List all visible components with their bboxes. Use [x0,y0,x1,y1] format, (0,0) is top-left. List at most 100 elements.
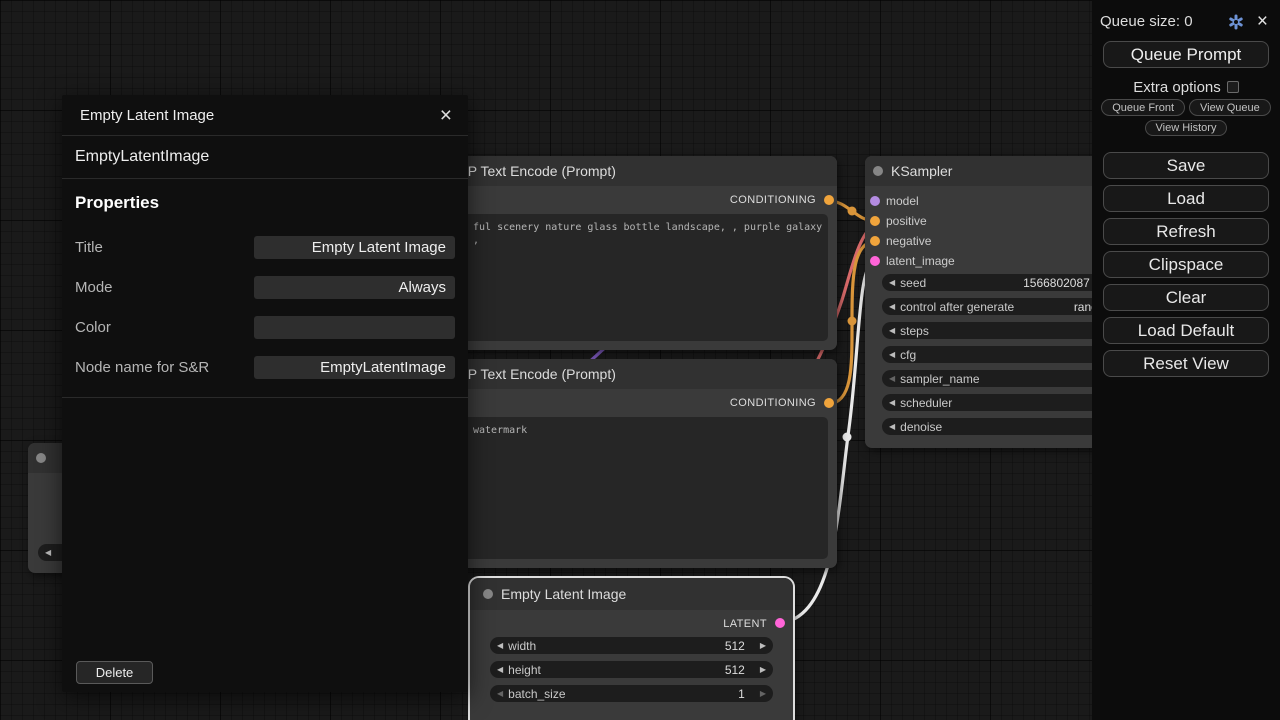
collapse-dot-icon[interactable] [873,166,883,176]
widget-name: batch_size [508,687,565,701]
property-label: Title [75,239,103,256]
property-label: Color [75,319,111,336]
widget-name: cfg [900,348,916,362]
queue-front-button[interactable]: Queue Front [1101,99,1185,116]
widget-value: 1 [738,687,745,701]
divider [62,397,468,398]
widget-name: scheduler [900,396,952,410]
input-label: positive [886,214,927,228]
property-label: Node name for S&R [75,359,209,376]
model-input-dot[interactable] [870,196,880,206]
increment-arrow-icon[interactable]: ▶ [760,690,766,698]
node-clip-text-encode-negative[interactable]: CLIP Text Encode (Prompt) CONDITIONING w… [420,359,837,568]
color-input[interactable] [254,316,455,339]
node-type-name: EmptyLatentImage [62,136,468,179]
panel-title: Empty Latent Image [80,107,214,124]
positive-input-dot[interactable] [870,216,880,226]
extra-options-checkbox[interactable] [1227,81,1239,93]
node-title: CLIP Text Encode (Prompt) [446,366,616,382]
node-header[interactable]: CLIP Text Encode (Prompt) [420,156,837,186]
batch-size-widget[interactable]: ◀ batch_size 1 ▶ [490,685,773,702]
link-midpoint-dot [848,317,857,326]
property-value: Always [398,279,446,296]
width-widget[interactable]: ◀ width 512 ▶ [490,637,773,654]
property-value: Empty Latent Image [312,239,446,256]
widget-value: 1566802087 [1023,276,1090,290]
widget-name: sampler_name [900,372,979,386]
latent-output-dot[interactable] [775,618,785,628]
property-row-mode: Mode Always [62,267,468,307]
view-queue-button[interactable]: View Queue [1189,99,1271,116]
clipspace-button[interactable]: Clipspace [1103,251,1269,278]
input-label: negative [886,234,931,248]
extra-options-label: Extra options [1133,79,1221,96]
refresh-button[interactable]: Refresh [1103,218,1269,245]
property-row-title: Title Empty Latent Image [62,227,468,267]
widget-name: width [508,639,536,653]
output-slot-row: CONDITIONING [420,389,837,417]
prompt-text: watermark [473,424,828,437]
close-icon[interactable]: × [1257,12,1268,31]
decrement-arrow-icon[interactable]: ◀ [45,549,51,557]
output-slot-row: CONDITIONING [420,186,837,214]
decrement-arrow-icon[interactable]: ◀ [889,303,895,311]
widget-name: height [508,663,541,677]
output-label: CONDITIONING [730,194,816,206]
title-input[interactable]: Empty Latent Image [254,236,455,259]
output-slot-row: LATENT [470,610,793,637]
load-default-button[interactable]: Load Default [1103,317,1269,344]
queue-size-label: Queue size: 0 [1100,13,1215,30]
reset-view-button[interactable]: Reset View [1103,350,1269,377]
property-value: EmptyLatentImage [320,359,446,376]
save-button[interactable]: Save [1103,152,1269,179]
widget-name: denoise [900,420,942,434]
queue-prompt-button[interactable]: Queue Prompt [1103,41,1269,68]
conditioning-output-dot[interactable] [824,195,834,205]
extra-options-row: Extra options [1092,79,1280,95]
link-midpoint-dot [843,433,852,442]
decrement-arrow-icon[interactable]: ◀ [497,666,503,674]
prompt-textarea[interactable]: watermark [429,417,828,559]
node-title: Empty Latent Image [501,586,626,602]
node-title: CLIP Text Encode (Prompt) [446,163,616,179]
decrement-arrow-icon[interactable]: ◀ [889,375,895,383]
decrement-arrow-icon[interactable]: ◀ [889,423,895,431]
property-row-color: Color [62,307,468,347]
negative-input-dot[interactable] [870,236,880,246]
settings-gear-icon[interactable] [1228,14,1244,30]
increment-arrow-icon[interactable]: ▶ [760,666,766,674]
decrement-arrow-icon[interactable]: ◀ [889,327,895,335]
node-title: KSampler [891,163,952,179]
property-row-node-name: Node name for S&R EmptyLatentImage [62,347,468,387]
node-empty-latent-image[interactable]: Empty Latent Image LATENT ◀ width 512 ▶ … [470,578,793,720]
decrement-arrow-icon[interactable]: ◀ [889,399,895,407]
node-clip-text-encode-positive[interactable]: CLIP Text Encode (Prompt) CONDITIONING f… [420,156,837,350]
widget-name: seed [900,276,926,290]
load-button[interactable]: Load [1103,185,1269,212]
prompt-textarea[interactable]: ful scenery nature glass bottle landscap… [429,214,828,341]
height-widget[interactable]: ◀ height 512 ▶ [490,661,773,678]
widget-value: 512 [725,663,745,677]
latent-image-input-dot[interactable] [870,256,880,266]
node-header[interactable]: CLIP Text Encode (Prompt) [420,359,837,389]
view-history-button[interactable]: View History [1145,120,1228,136]
delete-node-button[interactable]: Delete [76,661,153,684]
clear-button[interactable]: Clear [1103,284,1269,311]
input-label: model [886,194,919,208]
collapse-dot-icon[interactable] [36,453,46,463]
menu-header: Queue size: 0 × [1092,0,1280,31]
decrement-arrow-icon[interactable]: ◀ [889,351,895,359]
node-name-input[interactable]: EmptyLatentImage [254,356,455,379]
collapse-dot-icon[interactable] [483,589,493,599]
conditioning-output-dot[interactable] [824,398,834,408]
close-icon[interactable]: × [440,105,452,126]
panel-header: Empty Latent Image × [62,95,468,136]
decrement-arrow-icon[interactable]: ◀ [889,279,895,287]
mode-select[interactable]: Always [254,276,455,299]
prompt-text: ful scenery nature glass bottle landscap… [473,221,828,247]
decrement-arrow-icon[interactable]: ◀ [497,642,503,650]
increment-arrow-icon[interactable]: ▶ [760,642,766,650]
node-header[interactable]: Empty Latent Image [470,578,793,610]
decrement-arrow-icon[interactable]: ◀ [497,690,503,698]
widget-name: steps [900,324,929,338]
